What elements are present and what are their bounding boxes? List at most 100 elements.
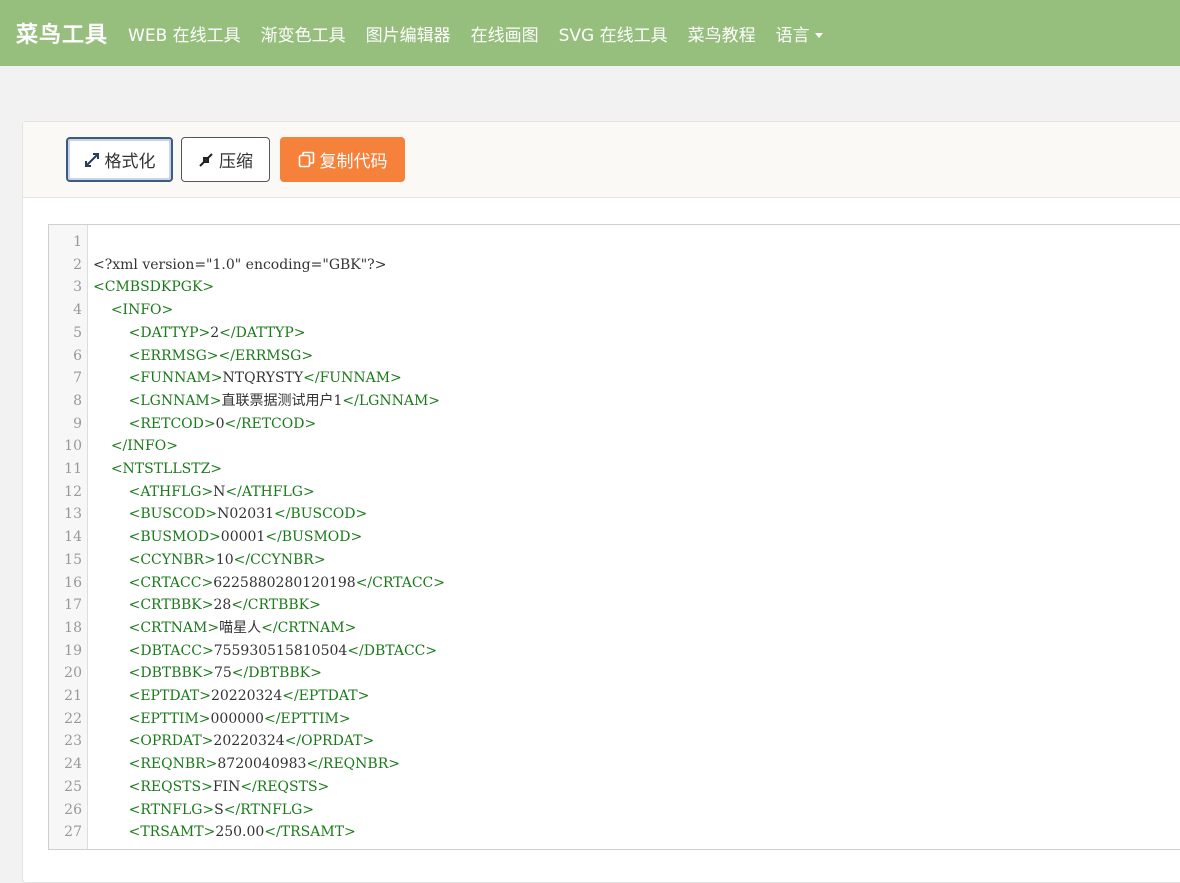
format-button-label: 格式化 [104,152,156,172]
xml-text: 喵星人 [219,619,262,636]
code-line: <?xml version="1.0" encoding="GBK"?> [93,254,386,277]
code-line: <BUSMOD>00001</BUSMOD> [93,526,363,549]
code-line: <ERRMSG></ERRMSG> [93,345,313,368]
xml-open-tag: <TRSAMT> [128,824,216,841]
xml-close-tag: </RTNFLG> [223,801,315,818]
xml-open-tag: <ERRMSG> [128,347,219,364]
line-number: 11 [64,461,82,477]
code-line: <REQSTS>FIN</REQSTS> [93,776,330,799]
format-button[interactable]: 格式化 [66,137,173,182]
nav-web-tools[interactable]: WEB 在线工具 [128,21,241,46]
expand-arrows-icon [84,152,99,167]
xml-text: 20220324 [213,733,285,750]
xml-close-tag: </RETCOD> [224,415,317,432]
xml-open-tag: <INFO> [110,302,174,319]
copy-icon [298,151,314,168]
xml-text: 28 [213,597,232,614]
line-number: 22 [64,710,82,727]
code-line: <INFO> [93,299,173,322]
xml-open-tag: </INFO> [110,438,178,455]
line-number: 18 [64,619,82,636]
xml-close-tag: </DBTACC> [347,642,438,659]
code-line: <NTSTLLSTZ> [93,458,222,481]
xml-text: 00001 [220,529,266,546]
line-number: 23 [64,733,82,750]
nav-online-drawing[interactable]: 在线画图 [471,21,539,46]
code-line: <REQNBR>8720040983</REQNBR> [93,753,400,776]
code-line: <CMBSDKPGK> [93,276,214,299]
line-number: 12 [64,483,82,500]
xml-text: 10 [215,551,234,568]
xml-close-tag: </FUNNAM> [303,370,402,387]
code-line: <BUSCOD>N02031</BUSCOD> [93,503,368,526]
code-line: <DATTYP>2</DATTYP> [93,322,306,345]
code-line: <EPTDAT>20220324</EPTDAT> [93,685,370,708]
line-number: 5 [73,324,82,341]
line-number: 26 [64,801,82,818]
xml-text: 直联票据测试用户1 [221,392,343,409]
code-line: <DBTACC>755930515810504</DBTACC> [93,640,438,663]
brand-logo[interactable]: 菜鸟工具 [16,17,108,49]
xml-close-tag: </CRTACC> [355,574,445,591]
line-number: 6 [73,347,82,364]
xml-open-tag: <DATTYP> [128,324,211,341]
code-line: </INFO> [93,435,178,458]
xml-text: FIN [212,778,241,795]
line-number: 14 [64,529,82,546]
xml-close-tag: </CRTBBK> [231,597,321,614]
compress-button[interactable]: 压缩 [181,137,270,182]
caret-down-icon [814,33,823,38]
xml-open-tag: <FUNNAM> [128,370,223,387]
xml-open-tag: <LGNNAM> [128,392,222,409]
copy-code-button-label: 复制代码 [319,152,388,172]
nav-language-label: 语言 [775,25,810,46]
xml-close-tag: </ERRMSG> [218,347,314,364]
line-number: 15 [64,551,82,568]
code-editor[interactable]: 1 2 <?xml version="1.0" encoding="GBK"?> 3 <… [48,224,1180,850]
xml-text: 000000 [210,710,264,727]
xml-open-tag: <REQNBR> [128,756,218,773]
code-line: <RTNFLG>S</RTNFLG> [93,799,314,822]
tool-panel: 格式化 压缩 复制代码 1 2 <?xml version="1.0" encodi… [22,121,1180,883]
xml-open-tag: <NTSTLLSTZ> [110,461,223,477]
line-number: 19 [64,642,82,659]
copy-code-button[interactable]: 复制代码 [280,137,405,182]
code-line: <TRSAMT>250.00</TRSAMT> [93,821,356,844]
xml-text: <?xml version="1.0" encoding="GBK"?> [93,256,387,273]
nav-svg-tool[interactable]: SVG 在线工具 [559,21,668,46]
xml-close-tag: </DATTYP> [219,324,306,341]
compress-arrows-icon [199,152,213,167]
xml-text: NTQRYSTY [222,370,304,387]
code-line: <CRTNAM>喵星人</CRTNAM> [93,617,357,640]
toolbar: 格式化 压缩 复制代码 [23,122,1180,198]
line-number: 16 [64,574,82,591]
nav-gradient-tool[interactable]: 渐变色工具 [261,21,346,46]
code-line: <OPRDAT>20220324</OPRDAT> [93,730,375,753]
xml-open-tag: <ATHFLG> [128,483,214,500]
xml-close-tag: </EPTDAT> [282,688,370,704]
line-number: 2 [73,256,82,273]
xml-open-tag: <CRTACC> [128,574,214,591]
xml-open-tag: <DBTBBK> [128,665,214,682]
xml-open-tag: <EPTDAT> [128,688,211,704]
line-number: 17 [64,597,82,614]
xml-text: 20220324 [210,688,283,704]
xml-text: 0 [215,415,225,432]
nav-language-dropdown[interactable]: 语言 [776,21,823,46]
xml-close-tag: </REQSTS> [240,778,330,795]
line-number: 21 [64,688,82,704]
xml-open-tag: <CRTNAM> [128,619,220,636]
nav-tutorial[interactable]: 菜鸟教程 [688,21,756,46]
line-number: 20 [64,665,82,682]
xml-text: 6225880280120198 [213,574,356,591]
xml-text: 2 [210,324,220,341]
xml-open-tag: <BUSCOD> [128,506,218,523]
xml-text: N02031 [217,506,274,523]
nav-image-editor[interactable]: 图片编辑器 [366,21,451,46]
xml-close-tag: </BUSMOD> [265,529,363,546]
code-line: <EPTTIM>000000</EPTTIM> [93,708,351,731]
xml-close-tag: </OPRDAT> [284,733,375,750]
line-number: 25 [64,778,82,795]
xml-close-tag: </CRTNAM> [261,619,357,636]
xml-close-tag: </EPTTIM> [263,710,351,727]
